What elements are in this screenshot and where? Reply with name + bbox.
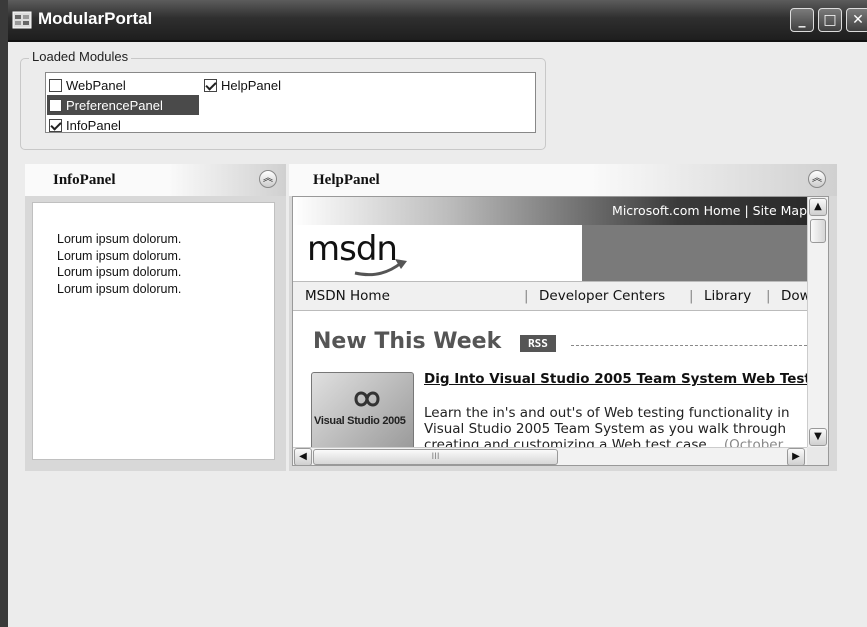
- info-line: Lorum ipsum dolorum.: [57, 232, 182, 246]
- maximize-icon: □: [823, 12, 837, 28]
- module-item-preferencepanel[interactable]: PreferencePanel: [47, 95, 199, 115]
- info-panel-body: Lorum ipsum dolorum. Lorum ipsum dolorum…: [32, 202, 275, 460]
- webpanel-checkbox[interactable]: [49, 78, 62, 92]
- article-thumbnail[interactable]: Visual Studio 2005: [311, 372, 414, 450]
- horizontal-scrollbar[interactable]: ◀ III ▶: [293, 447, 807, 465]
- scroll-up-button[interactable]: ▲: [809, 198, 827, 216]
- thumbnail-label: Visual Studio 2005: [314, 415, 406, 427]
- help-panel-title: HelpPanel: [313, 172, 380, 188]
- info-line: Lorum ipsum dolorum.: [57, 265, 182, 279]
- info-panel-text: Lorum ipsum dolorum. Lorum ipsum dolorum…: [57, 231, 181, 297]
- loaded-modules-group: Loaded Modules WebPanel HelpPanel Prefer…: [20, 49, 546, 150]
- infinity-logo-icon: [354, 391, 380, 407]
- msdn-top-bar: Microsoft.com Home | Site Map: [293, 197, 807, 225]
- module-item-infopanel[interactable]: InfoPanel: [47, 115, 197, 135]
- web-browser[interactable]: Microsoft.com Home | Site Map msdn MSDN …: [292, 196, 829, 466]
- vertical-scrollbar[interactable]: ▲ ▼: [807, 197, 828, 447]
- description-line: Learn the in's and out's of Web testing …: [424, 405, 790, 421]
- scroll-right-button[interactable]: ▶: [787, 448, 805, 465]
- module-item-helppanel[interactable]: HelpPanel: [202, 75, 352, 95]
- helppanel-checkbox[interactable]: [204, 78, 217, 92]
- info-panel-title: InfoPanel: [53, 172, 116, 188]
- nav-msdn-home[interactable]: MSDN Home: [305, 288, 390, 304]
- horizontal-scroll-thumb[interactable]: III: [313, 449, 558, 465]
- vertical-scroll-thumb[interactable]: [810, 219, 826, 243]
- header-banner: [582, 225, 807, 281]
- article-link[interactable]: Dig Into Visual Studio 2005 Team System …: [424, 371, 828, 388]
- description-line: Visual Studio 2005 Team System as you wa…: [424, 421, 787, 437]
- minimize-icon: _: [798, 12, 806, 28]
- module-label: HelpPanel: [221, 77, 281, 93]
- swoosh-icon: [354, 259, 407, 277]
- double-chevron-up-icon[interactable]: ︽: [808, 170, 826, 188]
- article-description: Learn the in's and out's of Web testing …: [424, 405, 828, 453]
- minimize-button[interactable]: _: [790, 8, 814, 32]
- maximize-button[interactable]: □: [818, 8, 842, 32]
- scroll-left-button[interactable]: ◀: [294, 448, 312, 465]
- module-label: PreferencePanel: [66, 97, 163, 113]
- scrollbar-corner: [807, 447, 828, 465]
- nav-separator: |: [689, 288, 694, 304]
- rss-badge[interactable]: RSS: [520, 335, 556, 352]
- nav-library[interactable]: Library: [704, 288, 751, 304]
- info-line: Lorum ipsum dolorum.: [57, 248, 182, 263]
- info-line: Lorum ipsum dolorum.: [57, 281, 182, 296]
- title-bar[interactable]: ModularPortal _ □ ✕: [8, 0, 867, 42]
- nav-developer-centers[interactable]: Developer Centers: [539, 288, 665, 304]
- top-links[interactable]: Microsoft.com Home | Site Map: [612, 203, 807, 218]
- main-window: ModularPortal _ □ ✕ Loaded Modules WebPa…: [0, 0, 867, 627]
- msdn-header: msdn: [293, 225, 807, 281]
- loaded-modules-label: Loaded Modules: [29, 49, 132, 64]
- divider: [571, 345, 807, 346]
- section-title: New This Week: [313, 329, 502, 354]
- infopanel-checkbox[interactable]: [49, 118, 62, 132]
- info-panel: InfoPanel ︽ Lorum ipsum dolorum. Lorum i…: [25, 164, 286, 471]
- help-panel-header: HelpPanel ︽: [289, 164, 837, 196]
- preferencepanel-checkbox[interactable]: [49, 98, 62, 112]
- msdn-nav-bar: MSDN Home | Developer Centers | Library …: [293, 281, 828, 311]
- double-chevron-up-icon[interactable]: ︽: [259, 170, 277, 188]
- close-icon: ✕: [852, 12, 864, 28]
- module-label: InfoPanel: [66, 117, 121, 133]
- app-icon: [12, 11, 32, 29]
- modules-checklist[interactable]: WebPanel HelpPanel PreferencePanel InfoP…: [45, 72, 536, 133]
- close-button[interactable]: ✕: [846, 8, 867, 32]
- module-label: WebPanel: [66, 77, 126, 93]
- scroll-down-button[interactable]: ▼: [809, 428, 827, 446]
- nav-separator: |: [766, 288, 771, 304]
- window-title: ModularPortal: [38, 9, 153, 28]
- info-panel-header: InfoPanel ︽: [25, 164, 286, 196]
- module-item-webpanel[interactable]: WebPanel: [47, 75, 197, 95]
- nav-separator: |: [524, 288, 529, 304]
- help-panel: HelpPanel ︽ Microsoft.com Home | Site Ma…: [289, 164, 837, 471]
